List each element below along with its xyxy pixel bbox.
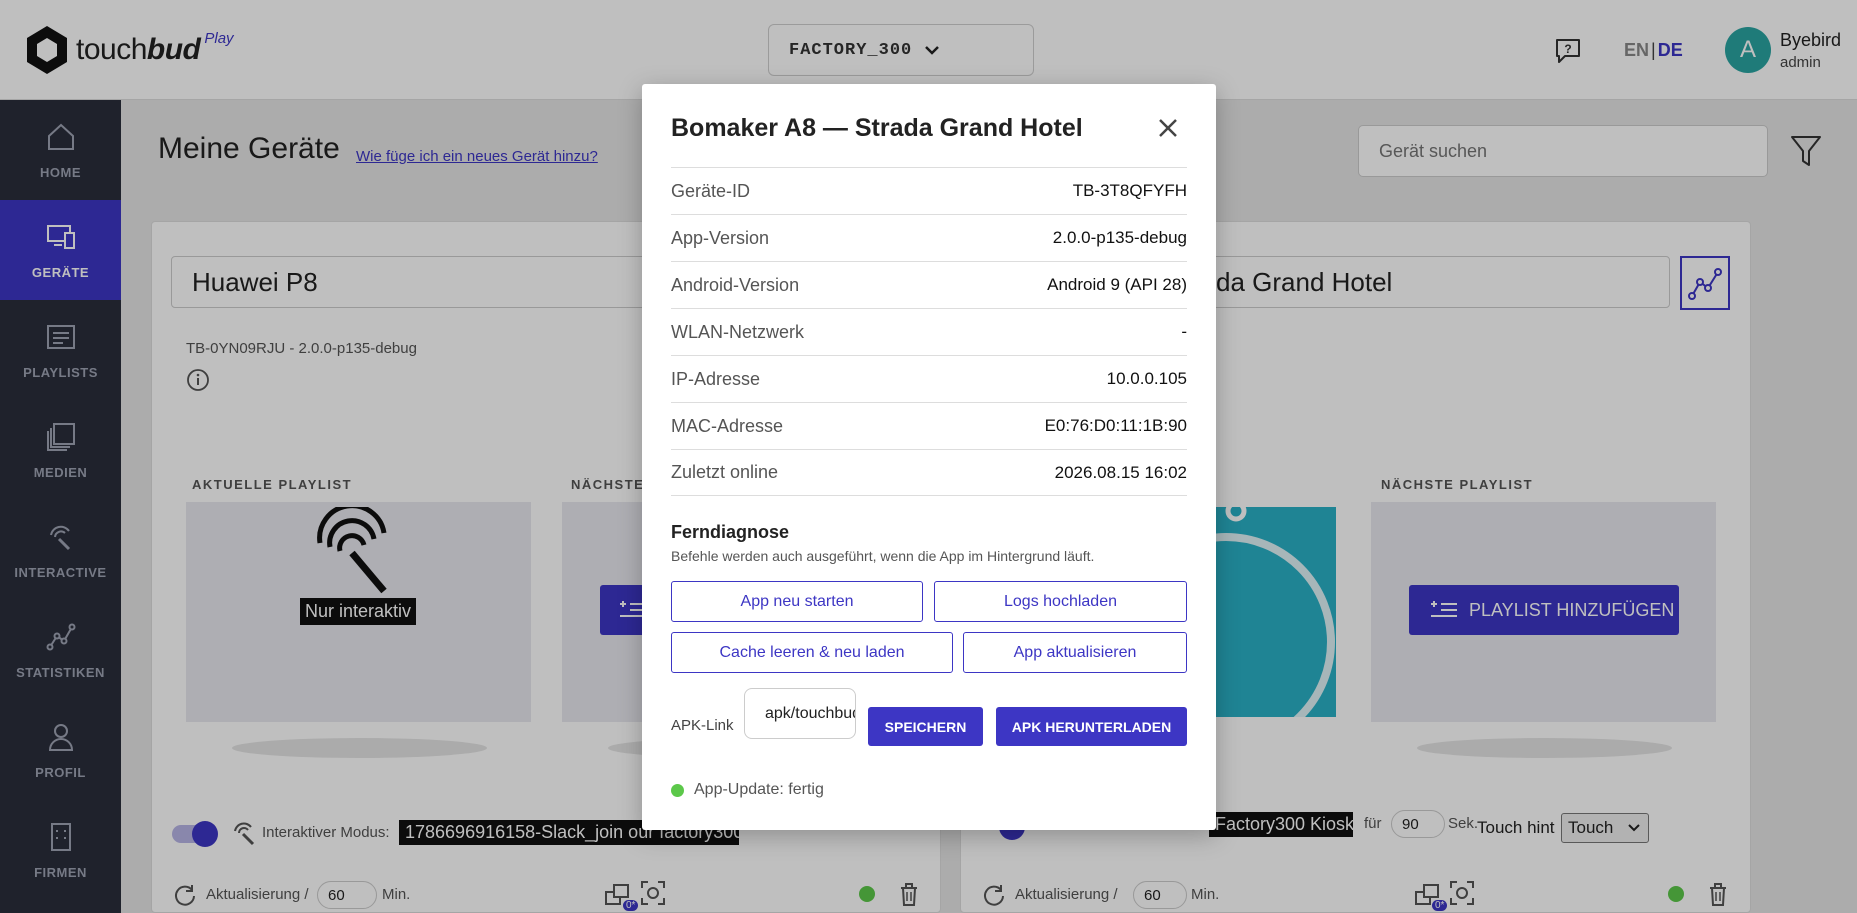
info-value: 2026.08.15 16:02 [1054,462,1187,482]
info-row-mac: MAC-Adresse E0:76:D0:11:1B:90 [671,402,1187,449]
info-key: App-Version [671,227,770,248]
info-value: E0:76:D0:11:1B:90 [1044,416,1187,435]
device-info-table: Geräte-ID TB-3T8QFYFH App-Version 2.0.0-p1… [671,167,1187,496]
info-value: Android 9 (API 28) [1047,275,1187,294]
apk-link-label: APK-Link [671,717,734,734]
info-row-android-version: Android-Version Android 9 (API 28) [671,261,1187,308]
update-status-text: App-Update: fertig [694,781,824,798]
upload-logs-button[interactable]: Logs hochladen [934,581,1187,622]
download-apk-button[interactable]: APK HERUNTERLADEN [996,707,1187,746]
clear-cache-reload-button[interactable]: Cache leeren & neu laden [671,632,953,673]
info-row-device-id: Geräte-ID TB-3T8QFYFH [671,167,1187,214]
info-key: IP-Adresse [671,368,761,389]
info-row-ip: IP-Adresse 10.0.0.105 [671,355,1187,402]
close-icon[interactable] [1154,114,1182,142]
info-value: 2.0.0-p135-debug [1052,228,1187,247]
info-value: 10.0.0.105 [1106,369,1187,388]
info-row-app-version: App-Version 2.0.0-p135-debug [671,214,1187,261]
update-app-button[interactable]: App aktualisieren [963,632,1187,673]
info-row-last-online: Zuletzt online 2026.08.15 16:02 [671,449,1187,496]
info-key: Android-Version [671,274,800,295]
info-key: Geräte-ID [671,180,751,201]
update-status-dot [671,784,684,797]
device-info-modal: Bomaker A8 — Strada Grand Hotel Geräte-I… [642,84,1216,830]
info-row-wifi: WLAN-Netzwerk - [671,308,1187,355]
save-button[interactable]: SPEICHERN [868,707,983,746]
modal-title: Bomaker A8 — Strada Grand Hotel [671,114,1083,142]
apk-link-input[interactable]: apk/touchbud.apk [744,688,856,739]
restart-app-button[interactable]: App neu starten [671,581,923,622]
remote-diagnosis-subtitle: Befehle werden auch ausgeführt, wenn die… [671,548,1095,564]
remote-diagnosis-title: Ferndiagnose [671,522,790,542]
info-value: TB-3T8QFYFH [1072,181,1187,200]
info-key: Zuletzt online [671,462,779,482]
info-value: - [1181,322,1187,341]
info-key: WLAN-Netzwerk [671,321,805,342]
info-key: MAC-Adresse [671,415,784,436]
